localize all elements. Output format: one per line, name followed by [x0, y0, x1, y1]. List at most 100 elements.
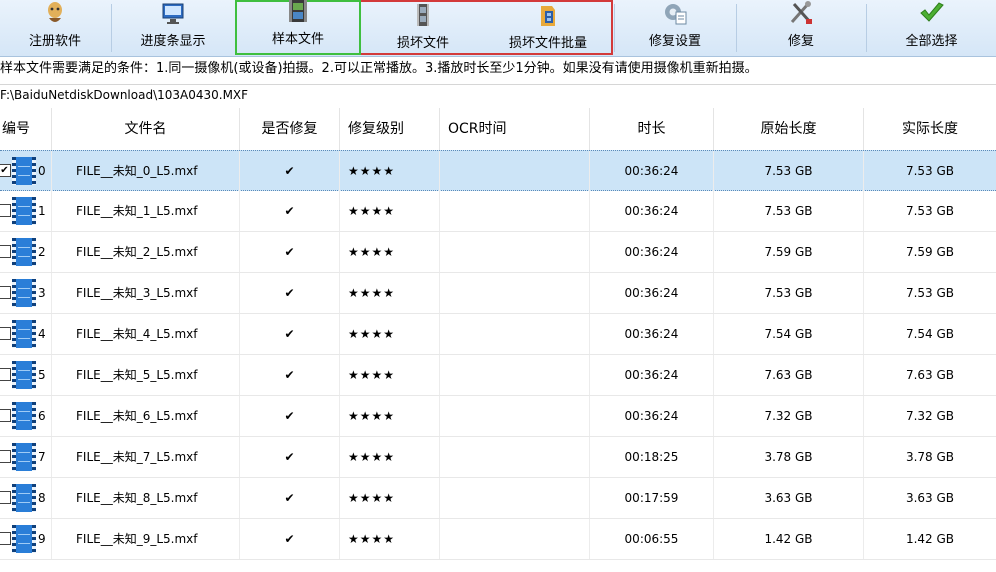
file-name: FILE__未知_5_L5.mxf — [52, 355, 240, 395]
repaired-check: ✔ — [240, 478, 340, 518]
check-icon — [917, 0, 947, 26]
repair-level: ★★★★ — [340, 151, 440, 191]
ocr-time — [440, 478, 590, 518]
duration: 00:17:59 — [590, 478, 714, 518]
select-all-button[interactable]: 全部选择 — [867, 0, 996, 55]
table-row[interactable]: ✔ 0 FILE__未知_0_L5.mxf ✔ ★★★★ 00:36:24 7.53 GB 7… — [0, 150, 996, 191]
table-row[interactable]: 3 FILE__未知_3_L5.mxf ✔ ★★★★ 00:36:24 7.53 GB 7.… — [0, 273, 996, 314]
repair-label: 修复 — [787, 34, 814, 49]
select-all-label: 全部选择 — [905, 34, 958, 49]
damaged-file-group: 损坏文件 损坏文件批量 — [361, 0, 613, 55]
toolbar: 注册软件 进度条显示 样本文件 损坏文件 损坏文件批量 修复设置 修复 全部选择 — [0, 0, 996, 57]
repaired-check: ✔ — [240, 191, 340, 231]
row-id-cell: 2 — [0, 232, 52, 272]
table-row[interactable]: 1 FILE__未知_1_L5.mxf ✔ ★★★★ 00:36:24 7.53 GB 7.… — [0, 191, 996, 232]
row-checkbox[interactable] — [0, 368, 11, 381]
repair-settings-button[interactable]: 修复设置 — [615, 0, 735, 55]
header-duration[interactable]: 时长 — [590, 108, 714, 150]
actual-size: 7.59 GB — [905, 245, 955, 259]
header-filename[interactable]: 文件名 — [52, 108, 240, 150]
repair-button[interactable]: 修复 — [737, 0, 865, 55]
row-checkbox[interactable] — [0, 409, 11, 422]
header-id[interactable]: 编号 — [0, 108, 52, 150]
table-row[interactable]: 7 FILE__未知_7_L5.mxf ✔ ★★★★ 00:18:25 3.78 GB 3.… — [0, 437, 996, 478]
duration: 00:36:24 — [590, 273, 714, 313]
row-id-cell: 7 — [0, 437, 52, 477]
original-size: 7.53 GB — [714, 273, 864, 313]
actual-size: 1.42 GB — [905, 532, 955, 546]
header-repair-level[interactable]: 修复级别 — [340, 108, 440, 150]
table-row[interactable]: 9 FILE__未知_9_L5.mxf ✔ ★★★★ 00:06:55 1.42 GB 1.… — [0, 519, 996, 560]
row-checkbox[interactable] — [0, 532, 11, 545]
repair-level: ★★★★ — [340, 314, 440, 354]
original-size: 3.78 GB — [714, 437, 864, 477]
original-size: 7.63 GB — [714, 355, 864, 395]
register-button[interactable]: 注册软件 — [0, 0, 110, 55]
damaged-file-button[interactable]: 损坏文件 — [361, 2, 485, 57]
file-name: FILE__未知_9_L5.mxf — [52, 519, 240, 559]
original-size: 7.53 GB — [714, 151, 864, 191]
row-number: 5 — [38, 368, 46, 382]
batch-file-icon — [533, 2, 563, 28]
duration: 00:36:24 — [590, 355, 714, 395]
table-row[interactable]: 4 FILE__未知_4_L5.mxf ✔ ★★★★ 00:36:24 7.54 GB 7.… — [0, 314, 996, 355]
row-checkbox[interactable] — [0, 286, 11, 299]
row-number: 2 — [38, 245, 46, 259]
header-actual-size[interactable]: 实际长度 — [864, 108, 996, 150]
progress-display-label: 进度条显示 — [140, 34, 206, 49]
repair-level: ★★★★ — [340, 355, 440, 395]
table-row[interactable]: 6 FILE__未知_6_L5.mxf ✔ ★★★★ 00:36:24 7.32 GB 7.… — [0, 396, 996, 437]
progress-display-button[interactable]: 进度条显示 — [112, 0, 234, 55]
original-size: 3.63 GB — [714, 478, 864, 518]
row-checkbox[interactable] — [0, 327, 11, 340]
duration: 00:18:25 — [590, 437, 714, 477]
row-checkbox[interactable]: ✔ — [0, 164, 11, 177]
file-name: FILE__未知_2_L5.mxf — [52, 232, 240, 272]
row-checkbox[interactable] — [0, 245, 11, 258]
repaired-check: ✔ — [240, 396, 340, 436]
ocr-time — [440, 314, 590, 354]
repaired-check: ✔ — [240, 273, 340, 313]
row-id-cell: 9 — [0, 519, 52, 559]
repair-settings-label: 修复设置 — [648, 34, 701, 49]
sample-file-button[interactable]: 样本文件 — [235, 0, 361, 55]
table-row[interactable]: 2 FILE__未知_2_L5.mxf ✔ ★★★★ 00:36:24 7.59 GB 7.… — [0, 232, 996, 273]
ocr-time — [440, 519, 590, 559]
file-name: FILE__未知_4_L5.mxf — [52, 314, 240, 354]
video-file-icon — [12, 525, 36, 553]
video-file-icon — [12, 484, 36, 512]
ocr-time — [440, 355, 590, 395]
video-file-icon — [12, 197, 36, 225]
row-checkbox[interactable] — [0, 204, 11, 217]
row-checkbox[interactable] — [0, 450, 11, 463]
damaged-file-label: 损坏文件 — [396, 36, 449, 51]
header-original-size[interactable]: 原始长度 — [714, 108, 864, 150]
header-ocr-time[interactable]: OCR时间 — [440, 108, 590, 150]
header-repaired[interactable]: 是否修复 — [240, 108, 340, 150]
repair-level: ★★★★ — [340, 273, 440, 313]
duration: 00:36:24 — [590, 232, 714, 272]
row-number: 9 — [38, 532, 46, 546]
file-name: FILE__未知_1_L5.mxf — [52, 191, 240, 231]
video-file-icon — [12, 361, 36, 389]
actual-size: 7.54 GB — [905, 327, 955, 341]
duration: 00:36:24 — [590, 191, 714, 231]
actual-size: 3.78 GB — [905, 450, 955, 464]
file-name: FILE__未知_0_L5.mxf — [52, 151, 240, 191]
row-id-cell: 3 — [0, 273, 52, 313]
actual-size: 7.63 GB — [905, 368, 955, 382]
file-name: FILE__未知_7_L5.mxf — [52, 437, 240, 477]
sample-file-label: 样本文件 — [271, 32, 324, 47]
repair-level: ★★★★ — [340, 437, 440, 477]
table-row[interactable]: 5 FILE__未知_5_L5.mxf ✔ ★★★★ 00:36:24 7.63 GB 7.… — [0, 355, 996, 396]
row-checkbox[interactable] — [0, 491, 11, 504]
repair-level: ★★★★ — [340, 519, 440, 559]
original-size: 7.59 GB — [714, 232, 864, 272]
video-file-icon — [12, 320, 36, 348]
ocr-time — [440, 437, 590, 477]
table-row[interactable]: 8 FILE__未知_8_L5.mxf ✔ ★★★★ 00:17:59 3.63 GB 3.… — [0, 478, 996, 519]
actual-size: 7.53 GB — [905, 286, 955, 300]
file-name: FILE__未知_6_L5.mxf — [52, 396, 240, 436]
row-id-cell: 1 — [0, 191, 52, 231]
batch-damaged-file-button[interactable]: 损坏文件批量 — [485, 2, 611, 57]
